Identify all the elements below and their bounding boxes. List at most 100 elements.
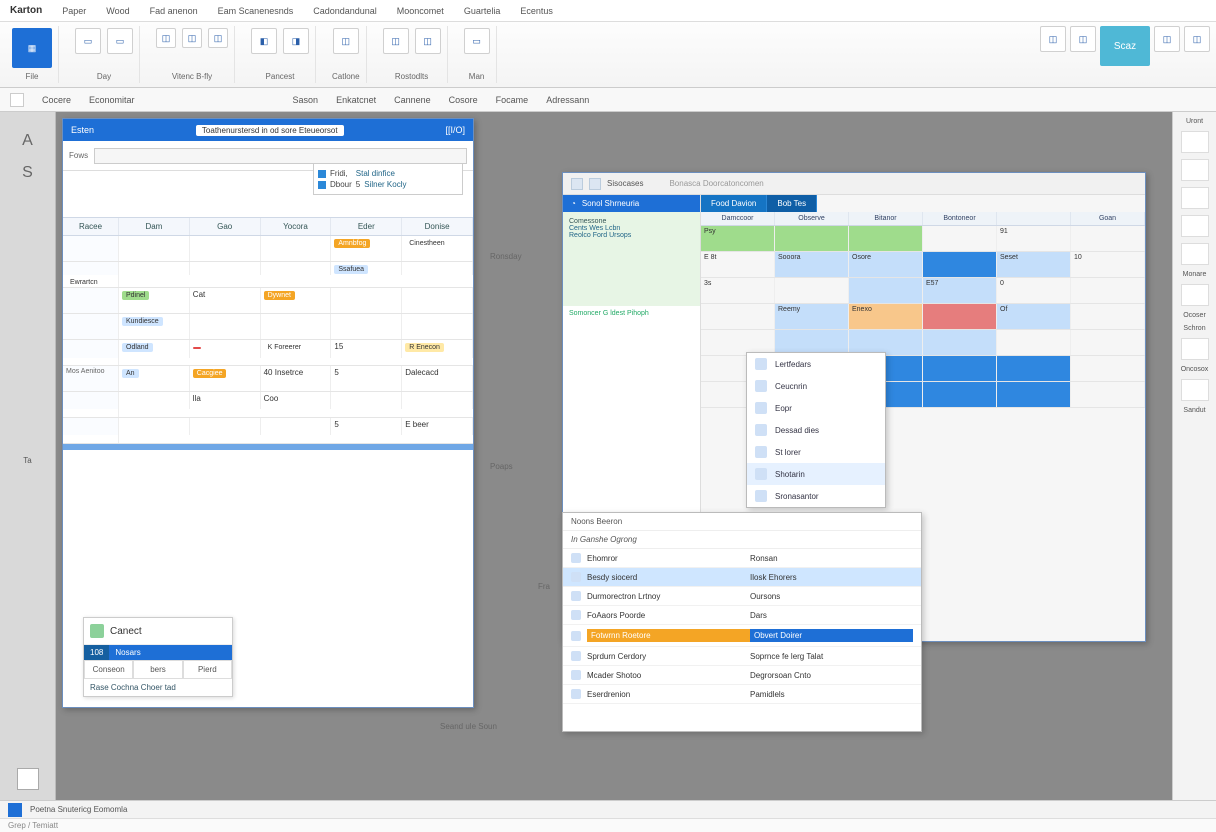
calendar-cell[interactable]: 40 Insetrce — [261, 366, 332, 391]
calendar-cell[interactable]: Dywnet — [261, 288, 332, 313]
calendar-cell[interactable] — [331, 314, 402, 339]
grid-cell[interactable] — [997, 356, 1071, 381]
calendar-cell[interactable]: 15 — [331, 340, 402, 358]
col-header[interactable]: Bontoneor — [923, 212, 997, 225]
ribbon-tab[interactable]: Ecentus — [514, 4, 559, 18]
tool-icon[interactable]: ◫ — [415, 28, 441, 54]
calendar-cell[interactable]: Coo — [261, 392, 332, 409]
col-header[interactable]: Donise — [402, 218, 473, 235]
col-header[interactable]: Yocora — [261, 218, 332, 235]
calendar-cell[interactable]: lla — [190, 392, 261, 409]
menu-item[interactable]: Eopr — [747, 397, 885, 419]
col-header[interactable]: Goan — [1071, 212, 1145, 225]
pill-icon[interactable] — [10, 93, 24, 107]
grid-row[interactable]: Psy91 — [701, 226, 1145, 252]
tool-icon[interactable]: ◫ — [1040, 26, 1066, 52]
menu-item[interactable]: Sronasantor — [747, 485, 885, 507]
grid-row[interactable]: E 8tSoooraOsoreSeset10 — [701, 252, 1145, 278]
ribbon-tab[interactable]: Eam Scanenesnds — [212, 4, 300, 18]
col-header[interactable] — [997, 212, 1071, 225]
subribbon-item[interactable]: Cocere — [42, 95, 71, 105]
ribbon-tab[interactable]: Fad anenon — [144, 4, 204, 18]
grid-cell[interactable]: Seset — [997, 252, 1071, 277]
calendar-cell[interactable] — [63, 435, 119, 443]
week-icon[interactable]: ▭ — [107, 28, 133, 54]
calendar-cell[interactable]: Ssafuea — [331, 262, 402, 275]
col-header[interactable]: Racee — [63, 218, 119, 235]
tool-icon[interactable]: ◫ — [333, 28, 359, 54]
tool-icon[interactable] — [571, 178, 583, 190]
list-row[interactable]: Sprdurn CerdorySoprnce fe lerg Talat — [563, 647, 921, 666]
rail-slot[interactable] — [1181, 215, 1209, 237]
ribbon-tab[interactable]: Cadondandunal — [307, 4, 383, 18]
grid-cell[interactable] — [997, 330, 1071, 355]
calendar-row[interactable]: OdlandK Foreerer15R Enecon — [63, 340, 473, 366]
list-row[interactable]: Besdy siocerdIlosk Ehorers — [563, 568, 921, 587]
menu-item[interactable]: Lertfedars — [747, 353, 885, 375]
grid-cell[interactable]: 0 — [997, 278, 1071, 303]
grid-tab[interactable]: Bob Tes — [767, 195, 817, 212]
tool-icon[interactable]: ◫ — [383, 28, 409, 54]
tool-icon[interactable]: ◨ — [283, 28, 309, 54]
grid-cell[interactable] — [701, 304, 775, 329]
tool-icon[interactable]: ◫ — [1070, 26, 1096, 52]
calendar-cell[interactable]: Amnbfog — [331, 236, 402, 261]
grid-cell[interactable] — [1071, 278, 1145, 303]
calendar-cell[interactable]: An — [119, 366, 190, 391]
grid-cell[interactable]: E57 — [923, 278, 997, 303]
glyph-icon[interactable]: S — [22, 164, 33, 182]
calendar-cell[interactable] — [261, 418, 332, 435]
grid-cell[interactable] — [1071, 330, 1145, 355]
calendar-cell[interactable]: 5 — [331, 418, 402, 435]
calendar-body[interactable]: AmnbfogCinestheenSsafueaEwrartcnPdinelCa… — [63, 236, 473, 444]
calendar-cell[interactable]: 5 — [331, 366, 402, 391]
menu-item[interactable]: Ceucnrin — [747, 375, 885, 397]
list-row[interactable]: Mcader ShotooDegrorsoan Cnto — [563, 666, 921, 685]
card-button[interactable]: bers — [133, 660, 182, 679]
grid-cell[interactable]: Osore — [849, 252, 923, 277]
scaz-button[interactable]: Scaz — [1100, 26, 1150, 66]
mini-row[interactable]: Dbour5Silner Kocly — [318, 179, 458, 190]
calendar-cell[interactable] — [190, 236, 261, 261]
glyph-icon[interactable]: A — [22, 132, 33, 150]
calendar-cell[interactable] — [261, 236, 332, 261]
grid-cell[interactable]: 91 — [997, 226, 1071, 251]
subribbon-item[interactable]: Focame — [496, 95, 529, 105]
menu-item[interactable]: Shotarin — [747, 463, 885, 485]
grid-cell[interactable] — [997, 382, 1071, 407]
grid-cell[interactable]: Reemy — [775, 304, 849, 329]
calendar-cell[interactable] — [331, 392, 402, 409]
card-tab[interactable]: 108 — [84, 645, 109, 660]
calendar-cell[interactable] — [261, 314, 332, 339]
calendar-cell[interactable] — [190, 262, 261, 275]
grid-cell[interactable] — [1071, 382, 1145, 407]
grid-cell[interactable] — [849, 226, 923, 251]
rail-slot[interactable] — [1181, 159, 1209, 181]
calendar-cell[interactable] — [402, 392, 473, 409]
grid-cell[interactable] — [923, 226, 997, 251]
subribbon-item[interactable]: Adressann — [546, 95, 589, 105]
calendar-cell[interactable]: R Enecon — [402, 340, 473, 358]
calendar-cell[interactable]: Ewrartcn — [63, 275, 119, 288]
calendar-cell[interactable]: Dalecacd — [402, 366, 473, 391]
calendar-cell[interactable] — [119, 236, 190, 261]
grid-cell[interactable]: E 8t — [701, 252, 775, 277]
grid-cell[interactable] — [923, 330, 997, 355]
calendar-cell[interactable]: Kundiesce — [119, 314, 190, 339]
calendar-cell[interactable] — [402, 288, 473, 313]
grid-cell[interactable] — [923, 382, 997, 407]
calendar-row[interactable]: Mos AenitooAnCacgiee40 Insetrce5Dalecacd — [63, 366, 473, 392]
col-header[interactable]: Dam — [119, 218, 190, 235]
calendar-cell[interactable] — [119, 418, 190, 435]
ribbon-tab[interactable]: Mooncomet — [391, 4, 450, 18]
calendar-cell[interactable]: Cacgiee — [190, 366, 261, 391]
side-band[interactable]: ◔Sonol Shrneuria — [563, 195, 700, 212]
grid-cell[interactable]: Sooora — [775, 252, 849, 277]
grid-tab[interactable]: Food Davion — [701, 195, 767, 212]
calendar-cell[interactable] — [261, 262, 332, 275]
rail-slot[interactable] — [1181, 243, 1209, 265]
calendar-cell[interactable]: E beer — [402, 418, 473, 435]
list-row[interactable]: Durmorectron LrtnoyOursons — [563, 587, 921, 606]
subribbon-item[interactable]: Enkatcnet — [336, 95, 376, 105]
ribbon-tab[interactable]: Guartelia — [458, 4, 507, 18]
